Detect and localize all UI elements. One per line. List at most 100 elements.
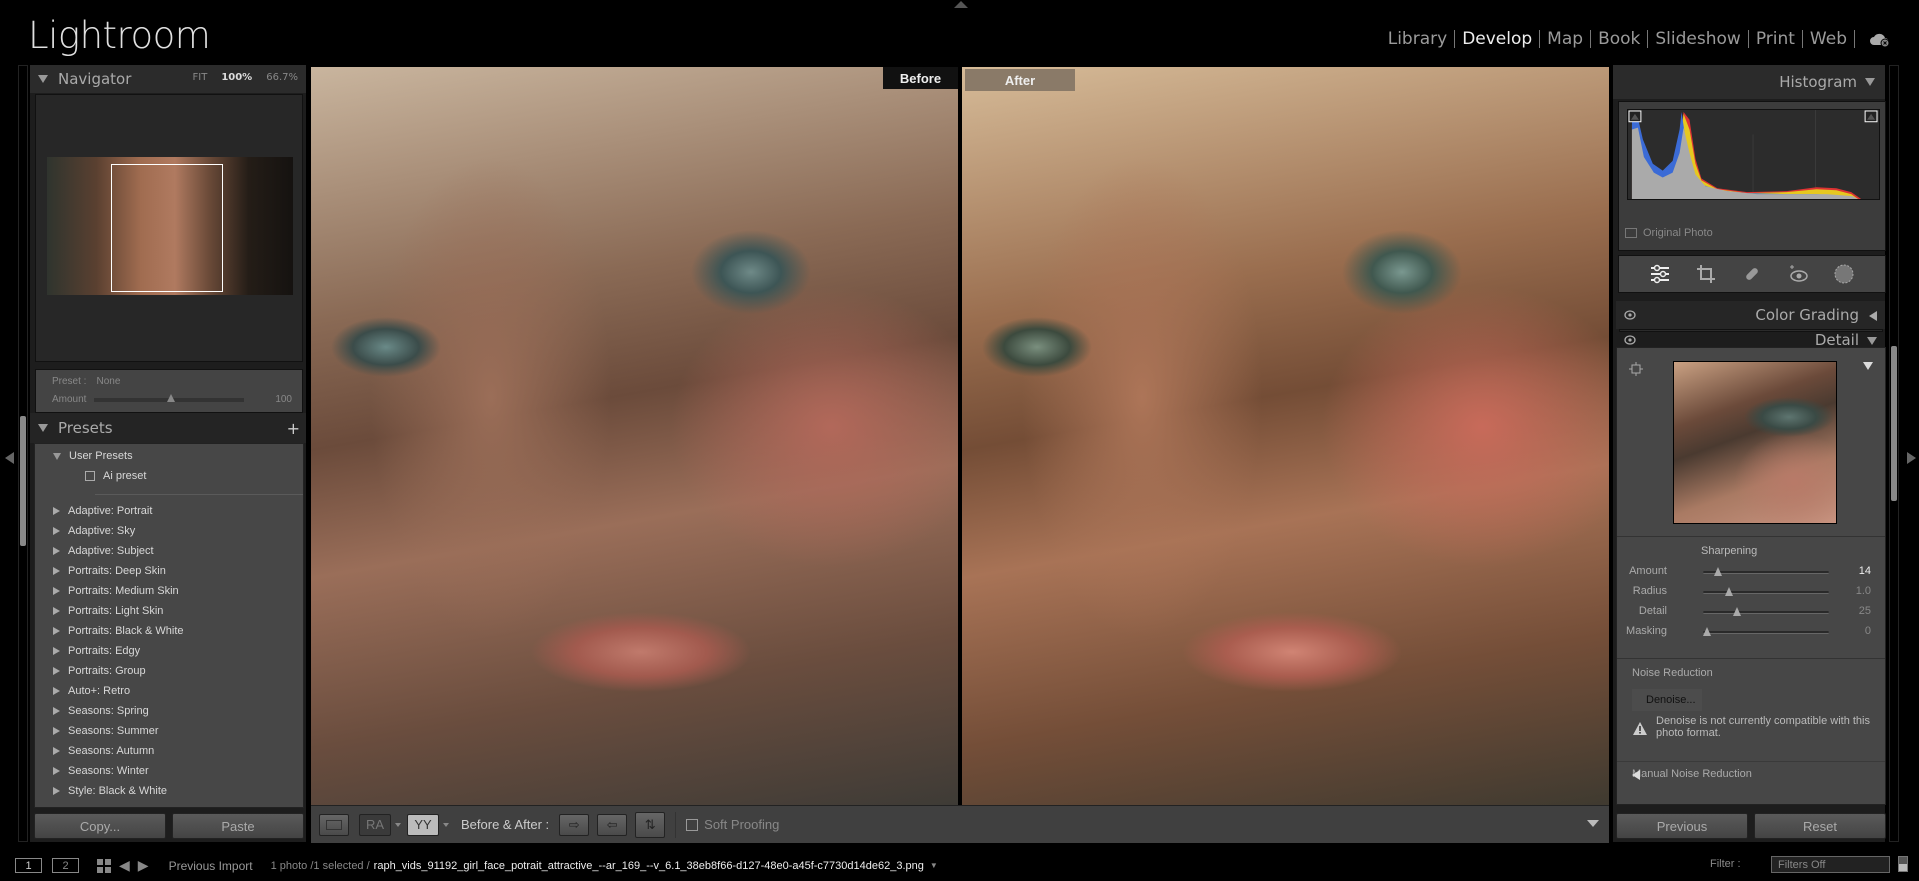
- preset-group[interactable]: Seasons: Autumn: [53, 742, 154, 760]
- zoom-66[interactable]: 66.7%: [266, 72, 298, 83]
- back-arrow-icon[interactable]: ◀: [119, 857, 130, 874]
- toolbar-options-icon[interactable]: [1587, 820, 1599, 827]
- amount-slider[interactable]: [94, 393, 245, 402]
- main-window-button[interactable]: 1: [15, 858, 42, 873]
- secondary-window-button[interactable]: 2: [52, 858, 79, 873]
- left-panel-scrollbar[interactable]: [18, 65, 28, 842]
- preset-group[interactable]: Seasons: Summer: [53, 722, 158, 740]
- crop-icon[interactable]: [1695, 263, 1717, 285]
- forward-arrow-icon[interactable]: ▶: [138, 857, 149, 874]
- histogram-header[interactable]: Histogram: [1613, 65, 1885, 99]
- preset-group[interactable]: Seasons: Spring: [53, 702, 149, 720]
- module-map[interactable]: Map: [1540, 30, 1592, 48]
- preset-group[interactable]: Portraits: Medium Skin: [53, 582, 179, 600]
- expand-triangle-icon: [53, 747, 60, 755]
- preset-group[interactable]: Adaptive: Sky: [53, 522, 135, 540]
- preset-group[interactable]: Style: Black & White: [53, 782, 167, 800]
- slider-track[interactable]: [1703, 587, 1829, 596]
- navigator-thumbnail[interactable]: [47, 157, 293, 295]
- zoom-fit[interactable]: FIT: [193, 72, 208, 83]
- yy-dropdown-icon[interactable]: [443, 822, 449, 827]
- module-library[interactable]: Library: [1381, 30, 1456, 48]
- color-grading-header[interactable]: Color Grading: [1616, 301, 1885, 329]
- before-image[interactable]: Before: [311, 67, 958, 805]
- module-develop[interactable]: Develop: [1455, 30, 1541, 48]
- copy-after-to-before-button[interactable]: ⇦: [597, 813, 628, 836]
- histogram-graph[interactable]: [1627, 109, 1880, 200]
- cloud-sync-icon[interactable]: [1869, 31, 1891, 47]
- slider-thumb[interactable]: [1703, 627, 1711, 636]
- filter-lock-icon[interactable]: [1898, 856, 1908, 872]
- detail-zoom-preview[interactable]: [1673, 361, 1837, 524]
- slider-track[interactable]: [1703, 567, 1829, 576]
- scrollbar-thumb[interactable]: [20, 416, 26, 546]
- previous-button[interactable]: Previous: [1616, 813, 1748, 839]
- visibility-eye-icon[interactable]: [1624, 335, 1636, 345]
- slider-thumb[interactable]: [1713, 567, 1722, 576]
- reset-button[interactable]: Reset: [1754, 813, 1886, 839]
- slider-value[interactable]: 0: [1865, 625, 1871, 637]
- preset-group[interactable]: Seasons: Winter: [53, 762, 149, 780]
- slider-track[interactable]: [1703, 627, 1829, 636]
- swap-before-after-button[interactable]: ⇅: [635, 811, 666, 838]
- soft-proofing-checkbox[interactable]: [686, 818, 699, 831]
- preset-group[interactable]: Portraits: Light Skin: [53, 602, 163, 620]
- navigator-header[interactable]: Navigator FIT 100% 66.7%: [30, 65, 306, 93]
- copy-button[interactable]: Copy...: [34, 813, 166, 839]
- after-image[interactable]: After: [962, 67, 1609, 805]
- navigator-viewport-rect[interactable]: [111, 164, 223, 292]
- filter-select[interactable]: Filters Off: [1771, 856, 1890, 873]
- slider-value[interactable]: 1.0: [1856, 585, 1871, 597]
- slider-value[interactable]: 25: [1859, 605, 1871, 617]
- module-book[interactable]: Book: [1591, 30, 1649, 48]
- copy-before-to-after-button[interactable]: ⇨: [559, 813, 590, 836]
- add-preset-icon[interactable]: +: [287, 419, 300, 438]
- filename[interactable]: raph_vids_91192_girl_face_potrait_attrac…: [374, 860, 924, 872]
- loupe-view-button[interactable]: [319, 813, 349, 836]
- top-panel-toggle[interactable]: [954, 1, 968, 8]
- ra-dropdown-icon[interactable]: [395, 822, 401, 827]
- histogram-title: Histogram: [1779, 73, 1857, 91]
- visibility-eye-icon[interactable]: [1624, 310, 1636, 320]
- preset-group[interactable]: Adaptive: Subject: [53, 542, 154, 560]
- module-web[interactable]: Web: [1803, 30, 1855, 48]
- slider-value[interactable]: 14: [1859, 565, 1871, 577]
- paste-button[interactable]: Paste: [172, 813, 304, 839]
- denoise-button[interactable]: Denoise...: [1632, 689, 1702, 711]
- preset-group[interactable]: Portraits: Black & White: [53, 622, 184, 640]
- slider-thumb[interactable]: [1725, 587, 1734, 596]
- preset-group[interactable]: Portraits: Group: [53, 662, 146, 680]
- filename-dropdown-icon[interactable]: ▼: [930, 861, 938, 870]
- before-after-top-bottom-button[interactable]: YY: [407, 813, 439, 836]
- target-adjustment-icon[interactable]: [1629, 362, 1643, 376]
- slider-thumb[interactable]: [167, 393, 176, 402]
- navigator-preview[interactable]: [35, 94, 303, 362]
- healing-icon[interactable]: [1741, 263, 1763, 285]
- red-eye-icon[interactable]: [1787, 263, 1809, 285]
- presets-header[interactable]: Presets +: [30, 413, 306, 443]
- grid-view-icon[interactable]: [97, 858, 111, 873]
- before-after-left-right-button[interactable]: RA: [359, 813, 391, 836]
- preset-item-ai[interactable]: Ai preset: [85, 467, 146, 485]
- original-photo-checkbox[interactable]: [1625, 228, 1637, 238]
- preset-group-user[interactable]: User Presets: [53, 447, 133, 465]
- slider-track[interactable]: [1703, 607, 1829, 616]
- preset-group[interactable]: Auto+: Retro: [53, 682, 130, 700]
- module-print[interactable]: Print: [1749, 30, 1803, 48]
- edit-sliders-icon[interactable]: [1649, 263, 1671, 285]
- zoom-100[interactable]: 100%: [221, 72, 252, 83]
- left-panel-collapse-icon[interactable]: [5, 452, 14, 464]
- preset-group[interactable]: Portraits: Edgy: [53, 642, 140, 660]
- detail-preview-menu-icon[interactable]: [1863, 362, 1873, 370]
- preset-group[interactable]: Portraits: Deep Skin: [53, 562, 166, 580]
- preset-group[interactable]: Adaptive: Portrait: [53, 502, 152, 520]
- right-panel-scrollbar[interactable]: [1889, 65, 1899, 842]
- module-slideshow[interactable]: Slideshow: [1648, 30, 1749, 48]
- original-photo-toggle[interactable]: Original Photo: [1625, 227, 1713, 239]
- masking-icon[interactable]: [1833, 263, 1855, 285]
- scrollbar-thumb[interactable]: [1891, 346, 1897, 501]
- manual-noise-reduction-header[interactable]: Manual Noise Reduction: [1617, 761, 1885, 785]
- right-panel-collapse-icon[interactable]: [1907, 452, 1916, 464]
- slider-thumb[interactable]: [1732, 607, 1741, 616]
- source-label[interactable]: Previous Import: [169, 859, 253, 873]
